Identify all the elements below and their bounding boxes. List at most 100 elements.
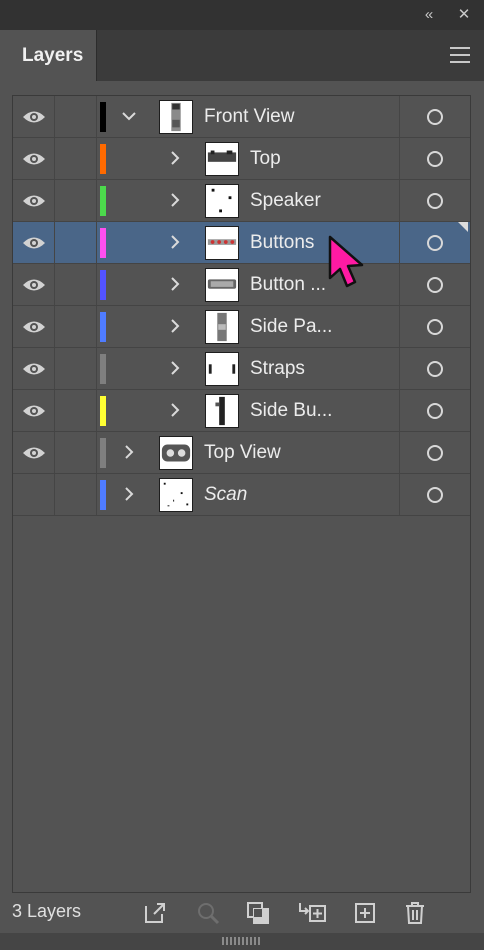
resize-grip-icon[interactable] xyxy=(222,937,262,945)
layer-color-swatch xyxy=(100,102,106,132)
layer-name[interactable]: Front View xyxy=(204,96,294,137)
lock-toggle[interactable] xyxy=(55,180,97,221)
visibility-toggle[interactable] xyxy=(13,432,55,473)
lock-toggle[interactable] xyxy=(55,390,97,431)
target-toggle[interactable] xyxy=(399,306,470,347)
layer-row[interactable]: Top xyxy=(13,138,470,180)
target-circle-icon xyxy=(427,318,443,335)
visibility-toggle[interactable] xyxy=(13,474,55,515)
layers-list: Front View Top Speaker Buttons Button ... Sid… xyxy=(12,95,471,893)
target-toggle[interactable] xyxy=(399,474,470,515)
target-circle-icon xyxy=(427,192,443,209)
eye-icon xyxy=(22,277,46,293)
layer-thumbnail xyxy=(159,478,193,512)
layer-name[interactable]: Top xyxy=(250,138,281,179)
mouse-pointer-icon xyxy=(328,235,364,288)
target-circle-icon xyxy=(427,486,443,503)
target-toggle[interactable] xyxy=(399,264,470,305)
layer-thumbnail xyxy=(205,268,239,302)
layer-color-swatch xyxy=(100,270,106,300)
layer-name[interactable]: Button ... xyxy=(250,264,326,305)
collapse-panel-icon[interactable]: « xyxy=(418,4,440,26)
layer-name[interactable]: Top View xyxy=(204,432,281,473)
visibility-toggle[interactable] xyxy=(13,264,55,305)
visibility-toggle[interactable] xyxy=(13,390,55,431)
lock-toggle[interactable] xyxy=(55,474,97,515)
chevron-right-icon[interactable] xyxy=(165,316,185,336)
layer-thumbnail xyxy=(205,310,239,344)
chevron-right-icon[interactable] xyxy=(119,484,139,504)
lock-toggle[interactable] xyxy=(55,264,97,305)
layer-color-swatch xyxy=(100,228,106,258)
layer-row[interactable]: Scan xyxy=(13,474,470,516)
lock-toggle[interactable] xyxy=(55,348,97,389)
layer-thumbnail xyxy=(205,394,239,428)
chevron-down-icon[interactable] xyxy=(119,106,139,126)
layer-name[interactable]: Buttons xyxy=(250,222,314,263)
layer-row[interactable]: Straps xyxy=(13,348,470,390)
visibility-toggle[interactable] xyxy=(13,306,55,347)
make-clipping-mask-icon[interactable] xyxy=(246,901,270,925)
layer-name[interactable]: Speaker xyxy=(250,180,321,221)
layer-row[interactable]: Button ... xyxy=(13,264,470,306)
layer-color-swatch xyxy=(100,396,106,426)
close-panel-icon[interactable]: ✕ xyxy=(453,4,475,26)
tab-layers[interactable]: Layers xyxy=(0,30,97,81)
target-toggle[interactable] xyxy=(399,348,470,389)
layer-color-swatch xyxy=(100,312,106,342)
layer-color-swatch xyxy=(100,144,106,174)
chevron-right-icon[interactable] xyxy=(165,358,185,378)
target-circle-icon xyxy=(427,234,443,251)
lock-toggle[interactable] xyxy=(55,96,97,137)
target-toggle[interactable] xyxy=(399,180,470,221)
lock-toggle[interactable] xyxy=(55,222,97,263)
layer-name[interactable]: Side Pa... xyxy=(250,306,332,347)
target-toggle[interactable] xyxy=(399,432,470,473)
target-toggle[interactable] xyxy=(399,138,470,179)
visibility-toggle[interactable] xyxy=(13,96,55,137)
layer-name[interactable]: Scan xyxy=(204,474,247,515)
panel-menu-icon[interactable] xyxy=(450,47,470,63)
visibility-toggle[interactable] xyxy=(13,348,55,389)
layer-row[interactable]: Side Pa... xyxy=(13,306,470,348)
lock-toggle[interactable] xyxy=(55,138,97,179)
chevron-right-icon[interactable] xyxy=(165,190,185,210)
layer-name[interactable]: Side Bu... xyxy=(250,390,332,431)
target-circle-icon xyxy=(427,108,443,125)
delete-layer-icon[interactable] xyxy=(403,901,427,925)
lock-toggle[interactable] xyxy=(55,306,97,347)
layer-row[interactable]: Top View xyxy=(13,432,470,474)
lock-toggle[interactable] xyxy=(55,432,97,473)
chevron-right-icon[interactable] xyxy=(165,274,185,294)
chevron-right-icon[interactable] xyxy=(165,148,185,168)
layer-name[interactable]: Straps xyxy=(250,348,305,389)
layer-row[interactable]: Front View xyxy=(13,96,470,138)
target-toggle[interactable] xyxy=(399,390,470,431)
create-sublayer-icon[interactable] xyxy=(298,901,328,925)
eye-icon xyxy=(22,235,46,251)
target-circle-icon xyxy=(427,402,443,419)
layer-row[interactable]: Side Bu... xyxy=(13,390,470,432)
layer-thumbnail xyxy=(205,142,239,176)
chevron-right-icon[interactable] xyxy=(165,400,185,420)
target-circle-icon xyxy=(427,444,443,461)
layer-thumbnail xyxy=(159,100,193,134)
layer-row[interactable]: Buttons xyxy=(13,222,470,264)
eye-icon xyxy=(22,403,46,419)
panel-tab-bar: Layers xyxy=(0,30,484,81)
visibility-toggle[interactable] xyxy=(13,180,55,221)
locate-object-icon[interactable] xyxy=(196,901,220,925)
visibility-toggle[interactable] xyxy=(13,138,55,179)
layer-thumbnail xyxy=(205,184,239,218)
eye-icon xyxy=(22,445,46,461)
target-toggle[interactable] xyxy=(399,96,470,137)
visibility-toggle[interactable] xyxy=(13,222,55,263)
create-new-layer-icon[interactable] xyxy=(353,901,377,925)
resize-bar[interactable] xyxy=(0,933,484,950)
chevron-right-icon[interactable] xyxy=(165,232,185,252)
layer-row[interactable]: Speaker xyxy=(13,180,470,222)
target-circle-icon xyxy=(427,276,443,293)
eye-icon xyxy=(22,193,46,209)
export-for-screens-icon[interactable] xyxy=(143,901,167,925)
chevron-right-icon[interactable] xyxy=(119,442,139,462)
